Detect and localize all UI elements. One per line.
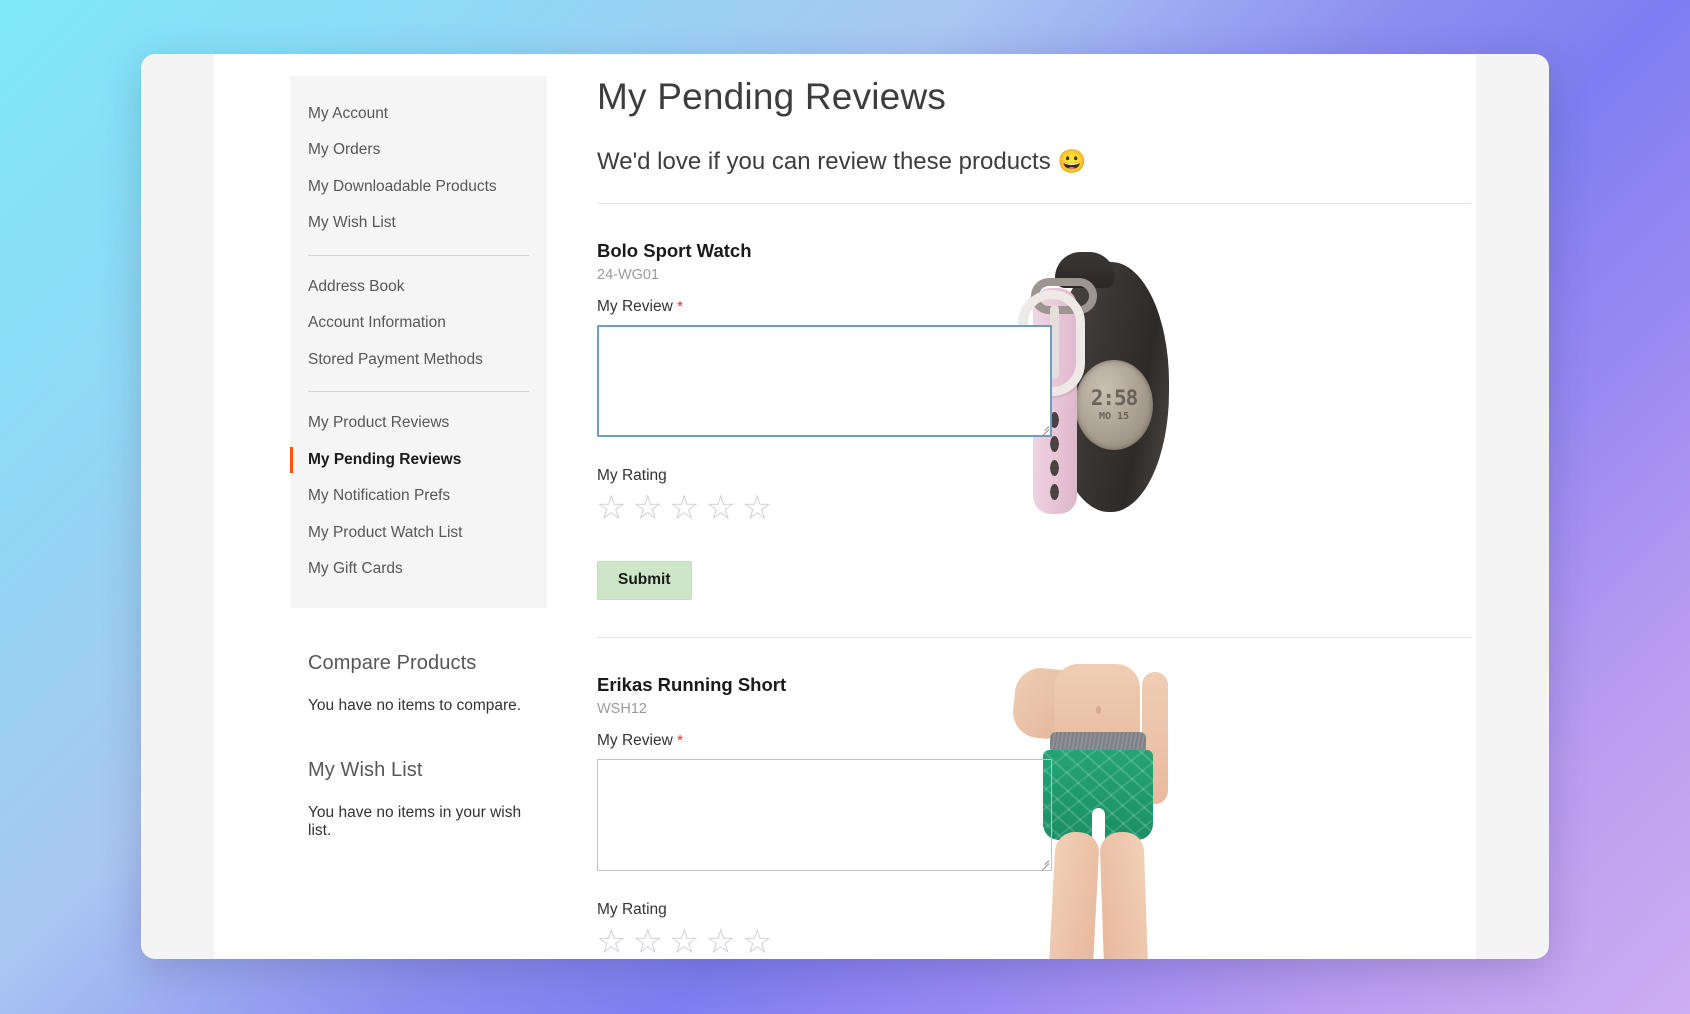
rating-stars[interactable]: ☆ ☆ ☆ ☆ ☆: [596, 491, 1475, 525]
rating-stars[interactable]: ☆ ☆ ☆ ☆ ☆: [596, 925, 1475, 959]
header-divider: [597, 202, 1471, 204]
star-1-icon[interactable]: ☆: [596, 491, 626, 525]
grinning-face-icon: 😀: [1057, 148, 1087, 175]
star-5-icon[interactable]: ☆: [742, 491, 772, 525]
star-4-icon[interactable]: ☆: [705, 491, 735, 525]
page-subtitle-text: We'd love if you can review these produc…: [597, 147, 1051, 175]
review-field-label: My Review *: [597, 732, 1475, 750]
page-subtitle: We'd love if you can review these produc…: [597, 147, 1475, 177]
nav-divider-1: [308, 254, 529, 256]
product-sku: 24-WG01: [597, 266, 660, 283]
sidebar-item-my-pending-reviews[interactable]: My Pending Reviews: [290, 442, 547, 478]
nav-group-profile: Address Book Account Information Stored …: [290, 269, 547, 378]
rating-field-label: My Rating: [597, 466, 667, 484]
review-item-divider: [597, 636, 1471, 638]
compare-products-block: Compare Products You have no items to co…: [290, 652, 547, 715]
sidebar-item-my-product-watch-list[interactable]: My Product Watch List: [290, 515, 547, 551]
sidebar: My Account My Orders My Downloadable Pro…: [290, 76, 547, 840]
review-label-text: My Review: [597, 731, 673, 749]
required-asterisk-icon: *: [677, 731, 683, 749]
nav-group-account: My Account My Orders My Downloadable Pro…: [290, 96, 547, 242]
review-textarea[interactable]: [597, 324, 1052, 437]
wish-list-title: My Wish List: [308, 758, 423, 781]
star-3-icon[interactable]: ☆: [669, 491, 699, 525]
main-content: My Pending Reviews We'd love if you can …: [596, 76, 1475, 959]
sidebar-item-account-information[interactable]: Account Information: [290, 305, 547, 341]
nav-divider-2: [308, 391, 529, 393]
required-asterisk-icon: *: [677, 297, 683, 315]
compare-products-empty-text: You have no items to compare.: [308, 696, 522, 714]
watch-time-display: 2:58: [1090, 385, 1139, 410]
sidebar-item-my-wish-list[interactable]: My Wish List: [290, 205, 547, 241]
review-label-text: My Review: [597, 297, 673, 315]
star-5-icon[interactable]: ☆: [742, 925, 772, 959]
rating-field-label: My Rating: [597, 900, 667, 918]
page-title: My Pending Reviews: [597, 76, 947, 117]
star-1-icon[interactable]: ☆: [596, 925, 626, 959]
star-4-icon[interactable]: ☆: [705, 925, 735, 959]
star-2-icon[interactable]: ☆: [632, 925, 662, 959]
wish-list-block: My Wish List You have no items in your w…: [290, 759, 547, 840]
star-2-icon[interactable]: ☆: [632, 491, 662, 525]
sidebar-item-my-orders[interactable]: My Orders: [290, 132, 547, 168]
wish-list-empty-text: You have no items in your wish list.: [308, 803, 522, 839]
pending-review-item: Erikas Running Short WSH12 My Review * M: [596, 663, 1475, 959]
account-navigation: My Account My Orders My Downloadable Pro…: [290, 76, 547, 608]
product-sku: WSH12: [597, 700, 647, 717]
browser-window: My Account My Orders My Downloadable Pro…: [141, 54, 1549, 959]
nav-group-reviews: My Product Reviews My Pending Reviews My…: [290, 405, 547, 587]
compare-products-title: Compare Products: [308, 651, 477, 674]
review-field-label: My Review *: [597, 298, 1475, 316]
star-3-icon[interactable]: ☆: [669, 925, 699, 959]
sidebar-item-my-gift-cards[interactable]: My Gift Cards: [290, 551, 547, 587]
sidebar-item-address-book[interactable]: Address Book: [290, 269, 547, 305]
sidebar-item-my-product-reviews[interactable]: My Product Reviews: [290, 405, 547, 441]
product-name: Erikas Running Short: [597, 673, 787, 695]
watch-date-display: MO 15: [1098, 410, 1130, 422]
page-canvas: My Account My Orders My Downloadable Pro…: [214, 54, 1476, 959]
submit-review-button[interactable]: Submit: [597, 560, 692, 600]
pending-review-item: 2:58 MO 15 Bolo Sport Watch 24-WG01 My R…: [596, 239, 1475, 600]
review-textarea[interactable]: [597, 758, 1052, 871]
product-name: Bolo Sport Watch: [597, 239, 752, 261]
sidebar-item-my-account[interactable]: My Account: [290, 96, 547, 132]
sidebar-item-stored-payment-methods[interactable]: Stored Payment Methods: [290, 342, 547, 378]
sidebar-item-my-downloadable-products[interactable]: My Downloadable Products: [290, 169, 547, 205]
sidebar-item-my-notification-prefs[interactable]: My Notification Prefs: [290, 478, 547, 514]
